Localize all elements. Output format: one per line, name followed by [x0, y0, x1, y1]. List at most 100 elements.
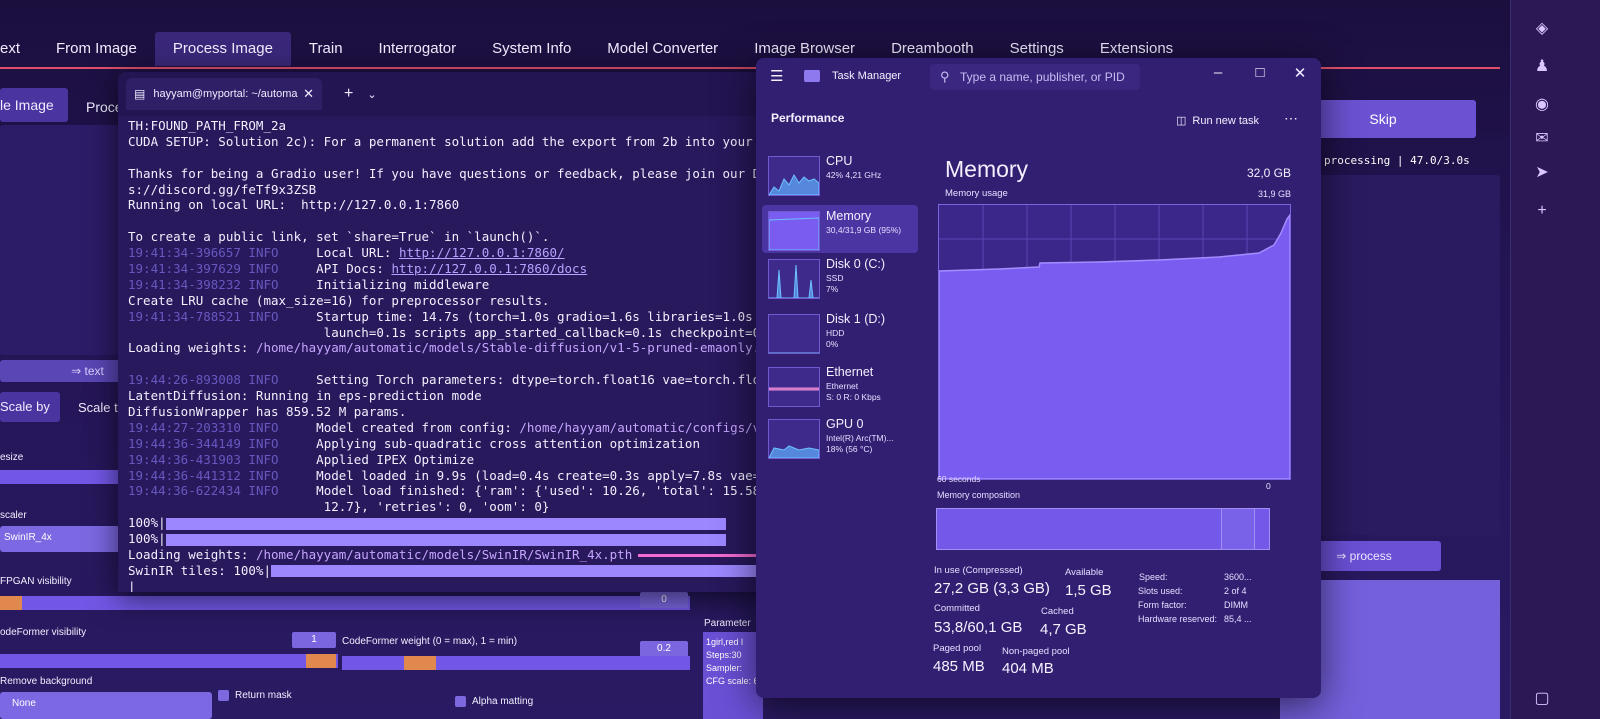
- perf-item-ethernet[interactable]: Ethernet Ethernet S: 0 R: 0 Kbps: [762, 361, 918, 409]
- people-icon[interactable]: ♟: [1531, 56, 1553, 78]
- terminal-window[interactable]: ▤ hayyam@myportal: ~/automa ✕ + ⌄ TH:FOU…: [118, 72, 768, 592]
- tab-system-info[interactable]: System Info: [474, 32, 589, 66]
- maximize-icon[interactable]: □: [1250, 64, 1270, 81]
- send-icon[interactable]: ➤: [1531, 162, 1553, 184]
- search-icon: ⚲: [940, 69, 950, 84]
- perf-item-name: Memory: [826, 209, 872, 223]
- tab-scale-by[interactable]: Scale by: [0, 399, 50, 414]
- perf-item-detail-line: 30,4/31,9 GB (95%): [826, 225, 902, 235]
- perf-item-detail-line: Ethernet: [826, 381, 859, 391]
- sidebar-toggle-icon[interactable]: ▢: [1531, 688, 1553, 710]
- memory-usage-label: Memory usage: [945, 188, 1008, 199]
- log-text: SwinIR tiles: 100%|: [128, 562, 271, 578]
- gfpgan-slider-knob[interactable]: [0, 596, 22, 610]
- form-factor-value: DIMM: [1224, 600, 1248, 610]
- tab-process-image[interactable]: Process Image: [154, 32, 291, 66]
- hardware-reserved-label: Hardware reserved:: [1138, 614, 1218, 624]
- remove-background-select[interactable]: None: [0, 692, 212, 719]
- terminal-tab[interactable]: ▤ hayyam@myportal: ~/automa ✕: [126, 78, 322, 110]
- terminal-output[interactable]: TH:FOUND_PATH_FROM_2a CUDA SETUP: Solutio…: [118, 116, 768, 592]
- log-text: Startup time: 14.7s (torch=1.0s gradio=1…: [316, 308, 753, 324]
- perf-item-detail-line: 7%: [826, 284, 839, 294]
- task-manager-titlebar: ☰ Task Manager ⚲ Type a name, publisher,…: [756, 58, 1321, 96]
- codeformer-visibility-knob[interactable]: [306, 654, 336, 668]
- terminal-line: TH:FOUND_PATH_FROM_2a: [128, 118, 758, 134]
- perf-item-name: GPU 0: [826, 417, 864, 431]
- tab-text[interactable]: ext: [0, 32, 38, 66]
- log-text: Create LRU cache (max_size=16) for prepr…: [128, 292, 550, 308]
- perf-item-gpu-0[interactable]: GPU 0 Intel(R) Arc(TM)... 18% (56 °C): [762, 413, 918, 461]
- perf-item-name: CPU: [826, 154, 853, 168]
- minimize-icon[interactable]: –: [1208, 64, 1228, 81]
- non-paged-pool-value: 404 MB: [1002, 660, 1054, 677]
- tab-interrogator[interactable]: Interrogator: [361, 32, 475, 66]
- codeformer-weight-value[interactable]: 0.2: [640, 641, 688, 657]
- perf-item-details: Intel(R) Arc(TM)... 18% (56 °C): [826, 433, 894, 455]
- gfpgan-value[interactable]: 0: [640, 592, 688, 608]
- log-level: INFO: [248, 308, 279, 324]
- more-options-icon[interactable]: ⋯: [1284, 110, 1298, 127]
- codeformer-visibility-slider[interactable]: [0, 654, 338, 668]
- perf-item-detail-line: 42% 4,21 GHz: [826, 170, 882, 180]
- hamburger-menu-icon[interactable]: ☰: [770, 67, 783, 85]
- log-text: Setting Torch parameters: dtype=torch.fl…: [316, 372, 758, 388]
- terminal-line: Create LRU cache (max_size=16) for prepr…: [128, 293, 758, 309]
- run-new-task-button[interactable]: ◫ Run new task: [1176, 114, 1259, 127]
- chevron-down-icon[interactable]: ⌄: [367, 88, 376, 101]
- terminal-line: 19:44:36-441312 INFO Model loaded in 9.9…: [128, 468, 758, 484]
- close-icon[interactable]: ✕: [1290, 64, 1310, 82]
- graph-left-label: 60 seconds: [937, 474, 981, 484]
- codeformer-weight-slider[interactable]: [342, 656, 690, 670]
- terminal-line: 100%|: [128, 531, 758, 547]
- copilot-icon[interactable]: ◉: [1531, 94, 1553, 116]
- alpha-matting-checkbox[interactable]: Alpha matting: [455, 696, 533, 707]
- sub-tab-single-image[interactable]: le Image: [0, 97, 54, 113]
- log-timestamp: 19:41:34-396657: [128, 245, 241, 261]
- source-dropzone[interactable]: [0, 125, 118, 355]
- codeformer-visibility-value[interactable]: 1: [292, 632, 336, 648]
- log-link[interactable]: http://127.0.0.1:7860/: [399, 245, 565, 260]
- slots-used-value: 2 of 4: [1224, 586, 1247, 596]
- log-text: Initializing middleware: [316, 276, 490, 292]
- shopping-bag-icon[interactable]: ◈: [1531, 18, 1553, 40]
- codeformer-weight-label: CodeFormer weight (0 = max), 1 = min): [342, 636, 518, 647]
- tab-from-image[interactable]: From Image: [38, 32, 155, 66]
- add-icon[interactable]: +: [1531, 200, 1553, 222]
- perf-item-cpu[interactable]: CPU 42% 4,21 GHz: [762, 150, 918, 198]
- gfpgan-visibility-label: FPGAN visibility: [0, 576, 72, 587]
- return-mask-checkbox[interactable]: Return mask: [218, 690, 292, 701]
- close-tab-icon[interactable]: ✕: [303, 86, 314, 102]
- terminal-line: 100%|: [128, 515, 758, 531]
- log-text: Model loaded in 9.9s (load=0.4s create=0…: [316, 467, 758, 483]
- gfpgan-slider[interactable]: [0, 596, 690, 610]
- return-mask-box[interactable]: [218, 690, 229, 701]
- log-level: INFO: [248, 245, 279, 261]
- log-text: s://discord.gg/feTf9x3ZSB: [128, 181, 317, 197]
- new-tab-icon[interactable]: +: [344, 85, 353, 103]
- log-text: Running on local URL: http://127.0.0.1:7…: [128, 197, 460, 213]
- perf-item-disk-1-d[interactable]: Disk 1 (D:) HDD 0%: [762, 308, 918, 356]
- tab-train[interactable]: Train: [291, 32, 361, 66]
- terminal-tab-bar: ▤ hayyam@myportal: ~/automa ✕ + ⌄: [118, 72, 768, 116]
- search-input[interactable]: ⚲ Type a name, publisher, or PID: [930, 64, 1140, 90]
- codeformer-weight-knob[interactable]: [404, 656, 436, 670]
- alpha-matting-box[interactable]: [455, 696, 466, 707]
- perf-item-disk-0-c[interactable]: Disk 0 (C:) SSD 7%: [762, 253, 918, 301]
- terminal-line: 19:44:36-344149 INFO Applying sub-quadra…: [128, 436, 758, 452]
- memory-total: 32,0 GB: [1246, 166, 1291, 180]
- outlook-icon[interactable]: ✉: [1531, 128, 1553, 150]
- log-text: Local URL:: [316, 245, 399, 261]
- log-timestamp: 19:41:34-397629: [128, 261, 241, 277]
- tab-model-converter[interactable]: Model Converter: [589, 32, 736, 66]
- log-level: INFO: [248, 467, 279, 483]
- memory-graph-svg: [939, 205, 1290, 479]
- perf-item-memory[interactable]: Memory 30,4/31,9 GB (95%): [762, 205, 918, 253]
- task-manager-window[interactable]: ☰ Task Manager ⚲ Type a name, publisher,…: [756, 58, 1321, 698]
- log-path: /home/hayyam/automatic/models/SwinIR/Swi…: [255, 547, 633, 563]
- composition-in-use-segment: [937, 509, 1222, 549]
- log-level: INFO: [248, 483, 279, 499]
- log-link[interactable]: http://127.0.0.1:7860/docs: [391, 261, 587, 276]
